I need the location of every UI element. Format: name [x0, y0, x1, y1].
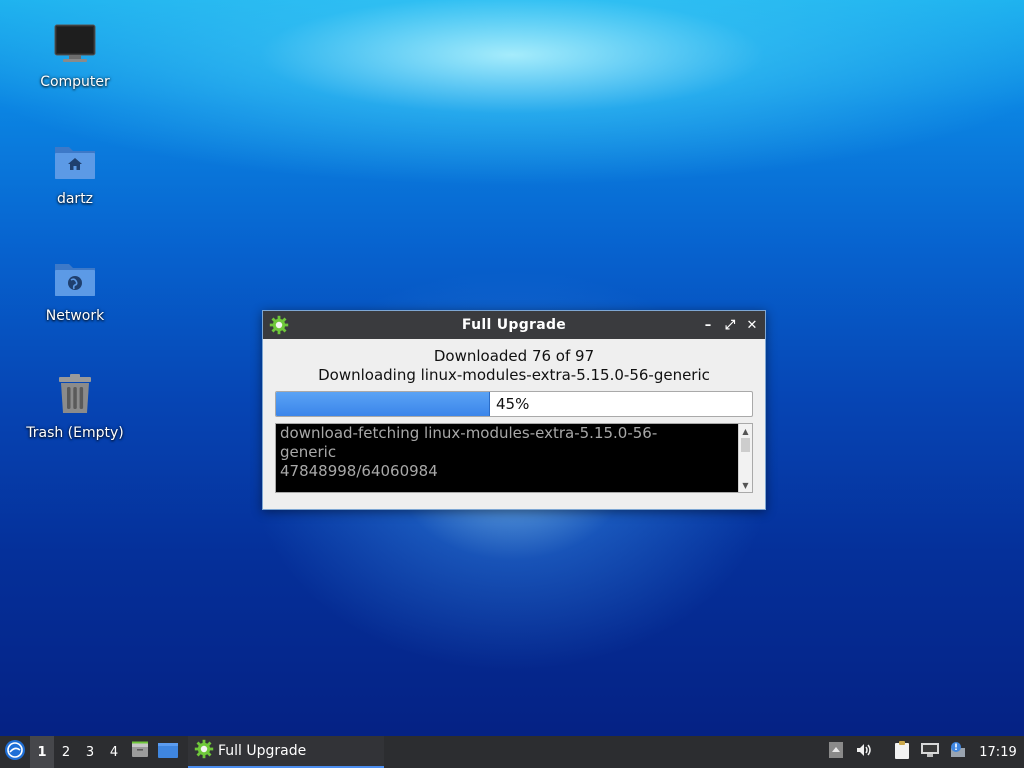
downloading-package-text: Downloading linux-modules-extra-5.15.0-5… — [318, 366, 710, 384]
chevron-up-icon — [828, 741, 844, 763]
computer-icon — [51, 20, 99, 68]
progress-bar: 45% — [275, 391, 753, 417]
log-output[interactable]: download-fetching linux-modules-extra-5.… — [275, 423, 753, 493]
lubuntu-logo-icon — [4, 739, 26, 765]
taskbar-task-full-upgrade[interactable]: Full Upgrade — [188, 736, 384, 768]
taskbar: 1 2 3 4 Full Upgrade 17:19 — [0, 736, 1024, 768]
workspace-3[interactable]: 3 — [78, 736, 102, 768]
maximize-button[interactable]: ⤢ — [721, 315, 739, 335]
show-desktop-button[interactable] — [154, 736, 182, 768]
scrollbar-thumb[interactable] — [741, 438, 750, 452]
download-count-text: Downloaded 76 of 97 — [433, 347, 595, 365]
desktop-icon-label: Trash (Empty) — [26, 425, 124, 441]
desktop-icon-computer[interactable]: Computer — [20, 20, 130, 90]
desktop-icon-label: Network — [45, 308, 105, 324]
system-tray: 17:19 — [822, 736, 1024, 768]
tray-expand-button[interactable] — [822, 736, 850, 768]
clipboard-button[interactable] — [888, 736, 916, 768]
log-line: generic — [280, 443, 337, 461]
log-scrollbar[interactable]: ▲ ▼ — [738, 424, 752, 492]
network-status-button[interactable] — [916, 736, 944, 768]
start-menu-button[interactable] — [0, 736, 30, 768]
log-line: 47848998/64060984 — [280, 462, 438, 480]
notification-icon — [949, 741, 967, 763]
gear-icon — [194, 739, 214, 763]
scroll-up-arrow-icon[interactable]: ▲ — [739, 424, 752, 438]
desktop-icon-label: Computer — [40, 74, 110, 90]
desktop-icon-network[interactable]: Network — [20, 254, 130, 324]
network-folder-icon — [51, 254, 99, 302]
workspace-1[interactable]: 1 — [30, 736, 54, 768]
close-button[interactable]: ✕ — [743, 315, 761, 335]
desktop-icon-home-folder[interactable]: dartz — [20, 137, 130, 207]
tray-spacer — [878, 736, 888, 768]
progress-label: 45% — [496, 395, 530, 413]
file-manager-icon — [130, 740, 150, 764]
network-wired-icon — [920, 741, 940, 763]
update-notifier-button[interactable] — [944, 736, 972, 768]
gear-icon — [269, 315, 289, 335]
workspace-4[interactable]: 4 — [102, 736, 126, 768]
dialog-titlebar[interactable]: Full Upgrade – ⤢ ✕ — [263, 311, 765, 339]
workspace-2[interactable]: 2 — [54, 736, 78, 768]
full-upgrade-dialog: Full Upgrade – ⤢ ✕ Downloaded 76 of 97 D… — [262, 310, 766, 510]
dialog-title: Full Upgrade — [461, 317, 567, 333]
log-line: download-fetching linux-modules-extra-5.… — [280, 424, 658, 442]
clock[interactable]: 17:19 — [972, 745, 1024, 760]
progress-fill — [276, 392, 491, 416]
speaker-icon — [855, 741, 873, 763]
desktop-icon — [157, 740, 179, 764]
minimize-button[interactable]: – — [699, 315, 717, 335]
clipboard-icon — [893, 740, 911, 764]
desktop-icon-label: dartz — [56, 191, 94, 207]
scroll-down-arrow-icon[interactable]: ▼ — [739, 478, 752, 492]
desktop-icon-trash[interactable]: Trash (Empty) — [20, 371, 130, 441]
task-label: Full Upgrade — [218, 743, 307, 759]
trash-icon — [51, 371, 99, 419]
file-manager-launcher[interactable] — [126, 736, 154, 768]
home-folder-icon — [51, 137, 99, 185]
volume-button[interactable] — [850, 736, 878, 768]
